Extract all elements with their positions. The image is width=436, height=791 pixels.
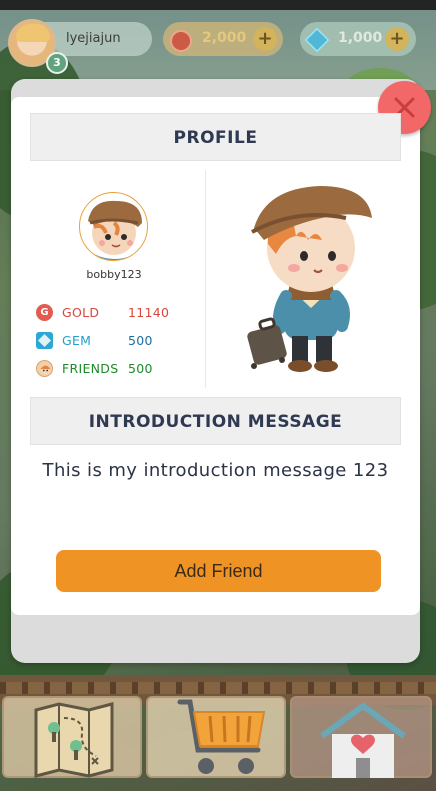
- shop-button[interactable]: [146, 696, 286, 778]
- gem-value: 500: [128, 333, 153, 348]
- home-heart-icon: [320, 703, 406, 778]
- top-hud: lyejiajun 3 2,000 + 1,000 +: [0, 14, 436, 74]
- avatar-hair: [16, 24, 50, 42]
- gem-label: GEM: [62, 333, 92, 348]
- gem-amount: 1,000: [338, 30, 383, 46]
- profile-username: bobby123: [86, 268, 142, 281]
- character-illustration: [236, 178, 386, 376]
- home-button[interactable]: [290, 696, 432, 778]
- divider: [205, 170, 206, 388]
- shop-cart-icon: [177, 699, 266, 774]
- map-icon: [34, 702, 114, 778]
- add-gold-button[interactable]: +: [253, 27, 277, 51]
- level-badge: 3: [46, 52, 68, 74]
- friends-icon: [36, 360, 53, 377]
- boy-avatar-icon: [88, 200, 142, 260]
- friends-value: 500: [128, 361, 153, 376]
- gem-small-icon: [36, 332, 53, 349]
- profile-title: PROFILE: [30, 113, 401, 161]
- gold-coin-icon: [170, 30, 192, 52]
- add-gem-button[interactable]: +: [385, 27, 409, 51]
- gold-label: GOLD: [62, 305, 100, 320]
- gold-value: 11140: [128, 305, 170, 320]
- introduction-title: INTRODUCTION MESSAGE: [30, 397, 401, 445]
- friends-label: FRIENDS: [62, 361, 119, 376]
- boy-traveler-icon: [247, 186, 372, 372]
- profile-avatar: [79, 192, 148, 261]
- bottom-navigation: [0, 694, 436, 791]
- add-friend-button[interactable]: Add Friend: [56, 550, 381, 592]
- player-username: lyejiajun: [66, 31, 121, 46]
- gold-amount: 2,000: [202, 30, 247, 46]
- map-button[interactable]: [2, 696, 142, 778]
- gold-icon: G: [36, 304, 53, 321]
- introduction-message: This is my introduction message 123: [42, 460, 389, 481]
